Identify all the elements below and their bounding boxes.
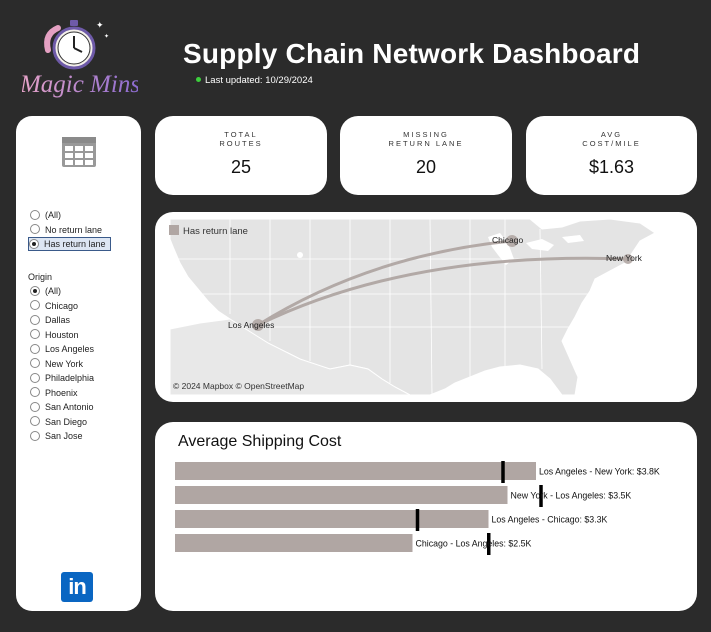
origin-option[interactable]: Houston — [30, 329, 79, 341]
logo-text: Magic Mins — [22, 71, 138, 98]
reference-line — [501, 461, 505, 483]
kpi-label: MISSING — [403, 130, 449, 139]
origin-option-label: San Jose — [45, 431, 83, 441]
origin-option-label: Philadelphia — [45, 373, 95, 383]
kpi-value: 25 — [230, 157, 252, 177]
svg-text:✦: ✦ — [96, 21, 104, 31]
kpi-label: TOTAL — [224, 130, 258, 139]
radio-icon[interactable] — [30, 387, 40, 398]
map-legend: Has return lane — [169, 225, 248, 237]
radio-icon[interactable] — [30, 430, 40, 441]
origin-option-label: Los Angeles — [45, 344, 95, 354]
origin-option[interactable]: Chicago — [30, 300, 78, 312]
origin-option-label: San Diego — [45, 416, 88, 427]
bar-label: New York - Los Angeles: $3.5K — [511, 491, 632, 501]
bar[interactable] — [175, 486, 508, 504]
origin-option-label: New York — [45, 358, 84, 369]
radio-icon[interactable] — [30, 285, 40, 296]
linkedin-icon[interactable]: in — [61, 572, 93, 602]
magic-mins-logo: ✦ ✦ Magic Mins — [22, 20, 138, 98]
origin-option[interactable]: San Diego — [30, 416, 87, 428]
radio-icon[interactable] — [30, 401, 40, 412]
kpi-total-routes: TOTAL ROUTES 25 — [155, 116, 327, 195]
origin-option[interactable]: Los Angeles — [30, 343, 94, 355]
bar-label: Chicago - Los Angeles: $2.5K — [416, 539, 532, 549]
return-lane-option[interactable]: No return lane — [30, 224, 102, 236]
origin-option[interactable]: (All) — [30, 285, 61, 297]
clock-logo-icon: ✦ ✦ — [44, 20, 109, 70]
bar[interactable] — [175, 510, 489, 528]
filter-panel: (All) No return lane Has return lane Origi… — [16, 116, 141, 611]
origin-option[interactable]: Dallas — [30, 314, 70, 326]
kpi-value: $1.63 — [588, 157, 635, 177]
origin-option-label: Chicago — [45, 300, 79, 311]
kpi-label: COST/MILE — [582, 139, 641, 148]
radio-icon[interactable] — [30, 372, 40, 383]
radio-icon[interactable] — [30, 209, 40, 220]
kpi-value: 20 — [415, 157, 437, 177]
city-label: New York — [606, 253, 643, 263]
radio-icon[interactable] — [30, 329, 40, 340]
return-lane-option-label: No return lane — [45, 224, 103, 235]
shipping-cost-card: Average Shipping Cost Los Angeles - New … — [155, 422, 697, 611]
table-icon[interactable] — [62, 137, 96, 167]
kpi-label: ROUTES — [219, 139, 263, 148]
status-dot-icon — [196, 76, 201, 82]
legend-label: Has return lane — [183, 226, 248, 237]
origin-option-label: Phoenix — [45, 387, 78, 398]
origin-option[interactable]: San Antonio — [30, 401, 94, 413]
origin-option-label: San Antonio — [45, 402, 94, 412]
svg-text:✦: ✦ — [104, 33, 109, 40]
kpi-missing-return-lane: MISSING RETURN LANE 20 — [340, 116, 512, 195]
origin-option-label: Dallas — [45, 315, 71, 325]
radio-icon[interactable] — [30, 343, 40, 354]
origin-label: Origin — [28, 272, 53, 282]
last-updated-text: Last updated: 10/29/2024 — [205, 75, 313, 86]
radio-icon[interactable] — [30, 224, 40, 235]
map-attribution[interactable]: © 2024 Mapbox © OpenStreetMap — [173, 381, 304, 391]
origin-option-label: (All) — [45, 286, 61, 296]
bar-label: Los Angeles - New York: $3.8K — [539, 467, 660, 477]
return-lane-option-label: Has return lane — [44, 239, 106, 249]
origin-option[interactable]: Philadelphia — [30, 372, 94, 384]
origin-option[interactable]: New York — [30, 358, 83, 370]
shipping-cost-chart[interactable]: Los Angeles - New York: $3.8K New York - … — [155, 422, 697, 611]
origin-option[interactable]: San Jose — [30, 430, 83, 442]
route-map[interactable]: Chicago New York Los Angeles — [170, 219, 697, 395]
last-updated: Last updated: 10/29/2024 — [196, 75, 313, 86]
origin-option[interactable]: Phoenix — [30, 387, 78, 399]
city-label: Chicago — [492, 235, 523, 245]
kpi-avg-cost-per-mile: AVG COST/MILE $1.63 — [526, 116, 697, 195]
bar-label: Los Angeles - Chicago: $3.3K — [492, 515, 608, 525]
return-lane-option[interactable]: Has return lane — [28, 237, 111, 251]
radio-icon[interactable] — [30, 300, 40, 311]
kpi-label: RETURN LANE — [388, 139, 464, 148]
radio-icon[interactable] — [29, 238, 39, 249]
page-title: Supply Chain Network Dashboard — [183, 38, 641, 69]
bar[interactable] — [175, 534, 413, 552]
origin-option-label: Houston — [45, 329, 79, 340]
return-lane-option-label: (All) — [45, 210, 61, 220]
radio-icon[interactable] — [30, 358, 40, 369]
legend-swatch — [169, 225, 179, 236]
radio-icon[interactable] — [30, 416, 40, 427]
route-map-card: Chicago New York Los Angeles Has return … — [155, 212, 697, 402]
return-lane-option[interactable]: (All) — [30, 209, 61, 221]
radio-icon[interactable] — [30, 314, 40, 325]
city-label: Los Angeles — [228, 320, 274, 330]
reference-line — [415, 509, 420, 531]
bar[interactable] — [175, 462, 536, 480]
kpi-label: AVG — [600, 130, 623, 139]
